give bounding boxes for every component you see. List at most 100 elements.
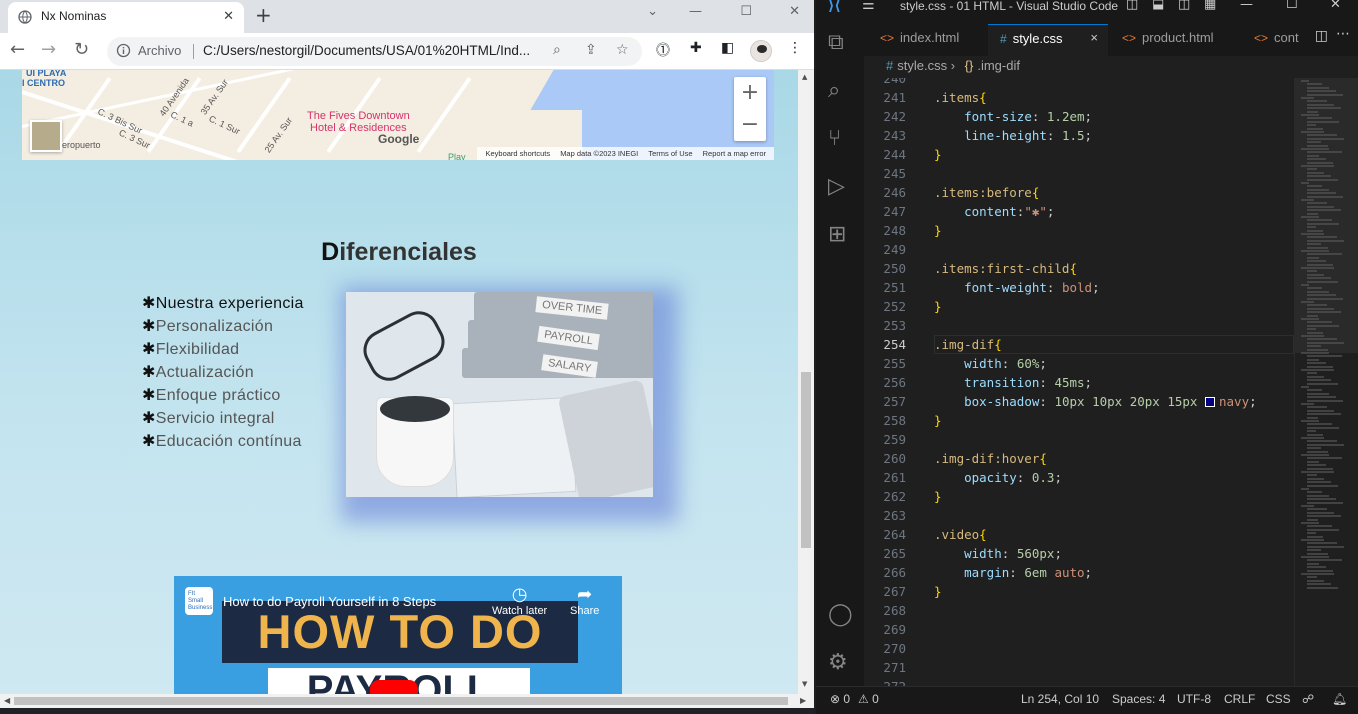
code-line[interactable]: 245 xyxy=(864,164,1294,183)
code-line[interactable]: 268 xyxy=(864,601,1294,620)
code-line[interactable]: 244} xyxy=(864,145,1294,164)
copilot-icon[interactable]: ☍ xyxy=(1302,692,1314,706)
address-bar[interactable]: Archivo C:/Users/nestorgil/Documents/USA… xyxy=(107,37,642,66)
code-line[interactable]: 253 xyxy=(864,316,1294,335)
horizontal-scrollbar[interactable]: ◀ ▶ xyxy=(0,694,814,708)
share-button[interactable]: ➦ Share xyxy=(570,584,599,617)
channel-logo[interactable]: FIt Small Business xyxy=(185,587,213,615)
code-line[interactable]: 254 .img-dif{ xyxy=(864,335,1294,354)
settings-gear-icon[interactable]: ⚙ xyxy=(828,650,848,675)
code-line[interactable]: 249 xyxy=(864,240,1294,259)
maximize-icon[interactable]: ☐ xyxy=(1286,0,1298,12)
watch-later-button[interactable]: ◷ Watch later xyxy=(492,584,547,617)
source-control-icon[interactable]: ⑂ xyxy=(828,126,841,151)
horizontal-scroll-thumb[interactable] xyxy=(14,697,788,705)
more-actions-icon[interactable]: ⋯ xyxy=(1336,26,1350,42)
line-endings[interactable]: CRLF xyxy=(1224,692,1255,706)
vertical-scroll-thumb[interactable] xyxy=(801,372,811,548)
map-hotel-label[interactable]: The Fives Downtown Hotel & Residences xyxy=(307,110,410,134)
cursor-position[interactable]: Ln 254, Col 10 xyxy=(1021,692,1099,706)
extensions-icon[interactable]: ⊞ xyxy=(828,222,846,247)
account-icon[interactable]: ◯ xyxy=(828,602,853,627)
minimize-icon[interactable]: — xyxy=(689,4,702,19)
code-line[interactable]: 257 box-shadow: 10px 10px 20px 15px navy… xyxy=(864,392,1294,411)
code-line[interactable]: 241 .items{ xyxy=(864,88,1294,107)
minimap[interactable] xyxy=(1294,78,1358,686)
close-window-icon[interactable]: ✕ xyxy=(1330,0,1341,12)
problems-errors[interactable]: ⊗ 0 xyxy=(830,692,850,706)
keyboard-shortcuts-link[interactable]: Keyboard shortcuts xyxy=(485,149,550,158)
scroll-left-arrow-icon[interactable]: ◀ xyxy=(4,696,10,705)
encoding[interactable]: UTF-8 xyxy=(1177,692,1211,706)
report-map-error-link[interactable]: Report a map error xyxy=(703,149,766,158)
scroll-right-arrow-icon[interactable]: ▶ xyxy=(800,696,806,705)
code-line[interactable]: 271 xyxy=(864,658,1294,677)
forward-arrow-icon[interactable]: → xyxy=(41,39,56,60)
code-line[interactable]: 264 .video{ xyxy=(864,525,1294,544)
customize-layout-icon[interactable]: ▦ xyxy=(1204,0,1216,12)
code-line[interactable]: 259 xyxy=(864,430,1294,449)
code-line[interactable]: 255 width: 60%; xyxy=(864,354,1294,373)
browser-tab-active[interactable]: Nx Nominas ✕ xyxy=(8,2,244,33)
explorer-files-icon[interactable]: ⧉ xyxy=(828,30,844,55)
kebab-menu-icon[interactable]: ⋮ xyxy=(788,40,802,56)
language-mode[interactable]: CSS xyxy=(1266,692,1291,706)
tab-cont[interactable]: <> cont xyxy=(1242,24,1311,56)
indentation[interactable]: Spaces: 4 xyxy=(1112,692,1165,706)
code-line[interactable]: 269 xyxy=(864,620,1294,639)
code-line[interactable]: 270 xyxy=(864,639,1294,658)
youtube-embed[interactable]: HOW TO DO PAYROLL FIt Small Business How… xyxy=(174,576,622,694)
vscode-logo-icon[interactable]: ⟩⟨ xyxy=(828,0,841,14)
toggle-sidebar-icon[interactable]: ◫ xyxy=(1126,0,1138,12)
tab-style-css[interactable]: # style.css × xyxy=(988,24,1108,56)
tab-product-html[interactable]: <> product.html xyxy=(1110,24,1226,56)
code-line[interactable]: 267} xyxy=(864,582,1294,601)
video-title[interactable]: How to do Payroll Yourself in 8 Steps xyxy=(223,594,436,609)
chevron-down-icon[interactable]: ⌄ xyxy=(647,4,658,19)
notifications-bell-icon[interactable]: 🔔︎ xyxy=(1332,692,1347,706)
toggle-secondary-sidebar-icon[interactable]: ◫ xyxy=(1178,0,1190,12)
share-icon[interactable]: ⇪ xyxy=(585,42,597,58)
extension-1-icon[interactable]: ⓵ xyxy=(656,40,670,60)
search-icon[interactable]: ⌕ xyxy=(828,78,840,103)
scroll-down-arrow-icon[interactable]: ▼ xyxy=(802,680,807,688)
breadcrumb-symbol[interactable]: .img-dif xyxy=(977,58,1020,73)
code-line[interactable]: 250 .items:first-child{ xyxy=(864,259,1294,278)
new-tab-icon[interactable]: + xyxy=(255,3,272,27)
code-line[interactable]: 262} xyxy=(864,487,1294,506)
close-tab-icon[interactable]: ✕ xyxy=(223,9,234,24)
zoom-in-button[interactable]: + xyxy=(734,77,766,109)
code-line[interactable]: 252} xyxy=(864,297,1294,316)
code-line[interactable]: 240 xyxy=(864,78,1294,88)
puzzle-extensions-icon[interactable]: ✚ xyxy=(690,40,702,56)
code-line[interactable]: 266 margin: 6em auto; xyxy=(864,563,1294,582)
tab-index-html[interactable]: <> index.html xyxy=(868,24,971,56)
breadcrumb-file[interactable]: style.css xyxy=(897,58,947,73)
satellite-toggle-button[interactable] xyxy=(30,120,62,152)
code-line[interactable]: 265 width: 560px; xyxy=(864,544,1294,563)
code-line[interactable]: 256 transition: 45ms; xyxy=(864,373,1294,392)
run-debug-icon[interactable]: ▷ xyxy=(828,174,845,199)
code-line[interactable]: 247 content:"✱"; xyxy=(864,202,1294,221)
code-line[interactable]: 248} xyxy=(864,221,1294,240)
zoom-out-button[interactable]: − xyxy=(734,109,766,141)
code-line[interactable]: 251 font-weight: bold; xyxy=(864,278,1294,297)
code-line[interactable]: 260 .img-dif:hover{ xyxy=(864,449,1294,468)
code-line[interactable]: 258} xyxy=(864,411,1294,430)
code-line[interactable]: 246 .items:before{ xyxy=(864,183,1294,202)
code-editor[interactable]: 240 241 .items{242 font-size: 1.2em; 243 li… xyxy=(864,78,1294,686)
hamburger-menu-icon[interactable]: ☰ xyxy=(862,0,875,13)
payroll-image[interactable]: OVER TIME PAYROLL SALARY xyxy=(346,292,653,497)
toggle-panel-icon[interactable]: ⬓ xyxy=(1152,0,1164,12)
profile-avatar[interactable] xyxy=(750,40,772,62)
code-line[interactable]: 263 xyxy=(864,506,1294,525)
side-panel-icon[interactable]: ◧ xyxy=(721,40,734,56)
code-line[interactable]: 272 xyxy=(864,677,1294,686)
bookmark-star-icon[interactable]: ☆ xyxy=(616,42,629,58)
info-icon[interactable] xyxy=(116,43,131,58)
address-url[interactable]: C:/Users/nestorgil/Documents/USA/01%20HT… xyxy=(203,43,530,58)
zoom-search-icon[interactable]: ⌕ xyxy=(553,42,561,58)
minimize-icon[interactable]: — xyxy=(1240,0,1253,12)
problems-warnings[interactable]: ⚠ 0 xyxy=(858,692,879,706)
close-tab-icon[interactable]: × xyxy=(1090,30,1098,45)
